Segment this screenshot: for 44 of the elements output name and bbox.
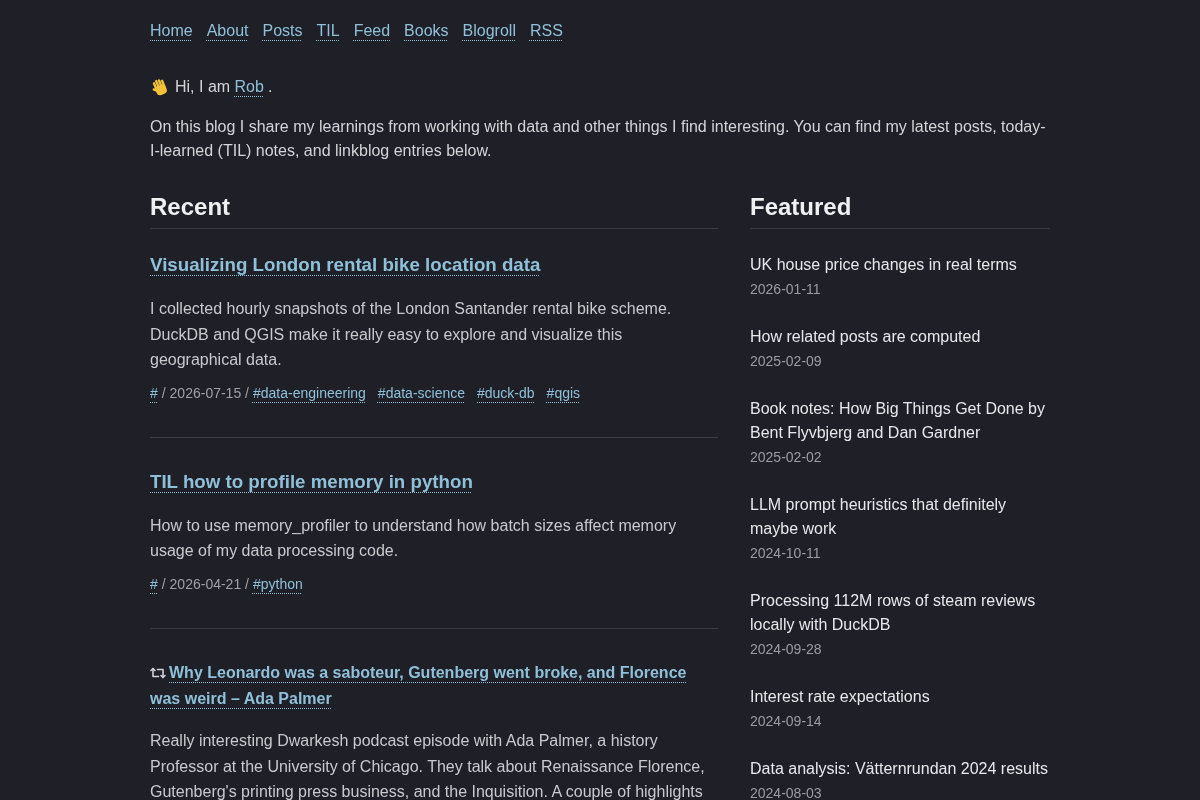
nav-link[interactable]: Feed bbox=[353, 19, 391, 43]
nav-link[interactable]: Home bbox=[150, 19, 193, 43]
featured-post-link[interactable]: Book notes: How Big Things Get Done by Bent Flyvbjerg and Dan Gardner bbox=[750, 397, 1050, 445]
post-date: 2024-09-14 bbox=[750, 712, 823, 731]
nav-link[interactable]: RSS bbox=[529, 19, 563, 43]
nav-link[interactable]: TIL bbox=[316, 19, 340, 43]
tag-link[interactable]: #python bbox=[252, 573, 303, 594]
nav-link[interactable]: Blogroll bbox=[462, 19, 516, 43]
greeting-text: Hi, I am Rob . bbox=[175, 77, 273, 97]
tag-link[interactable]: #duck-db bbox=[477, 382, 535, 403]
permalink[interactable]: # bbox=[150, 382, 158, 403]
tag-link[interactable]: #data-engineering bbox=[252, 382, 366, 403]
post-title-link[interactable]: Visualizing London rental bike location data bbox=[150, 252, 541, 278]
nav-link[interactable]: About bbox=[206, 19, 249, 43]
permalink[interactable]: # bbox=[150, 573, 158, 594]
post-date: 2024-10-11 bbox=[750, 544, 822, 563]
post-date: / 2026-07-15 / bbox=[161, 383, 249, 403]
post-title-link[interactable]: TIL how to profile memory in python bbox=[150, 468, 473, 495]
tag-link[interactable]: #qgis bbox=[546, 382, 581, 403]
featured-post-link[interactable]: Data analysis: Vätternrundan 2024 results bbox=[750, 757, 1050, 781]
post-title-link[interactable]: Why Leonardo was a saboteur, Gutenberg went broke, and Florence was weird – Ada Palmer bbox=[150, 659, 718, 712]
featured-post-link[interactable]: How related posts are computed bbox=[750, 325, 1050, 349]
nav-link[interactable]: Books bbox=[404, 19, 449, 43]
featured-post-link[interactable]: Processing 112M rows of steam reviews locally with DuckDB bbox=[750, 589, 1050, 637]
post-date: 2025-02-02 bbox=[750, 448, 823, 467]
featured-post-link[interactable]: LLM prompt heuristics that definitely maybe work bbox=[750, 493, 1050, 541]
nav-link[interactable]: Posts bbox=[262, 19, 303, 43]
repeat-icon bbox=[150, 665, 166, 680]
post-date: 2026-01-11 bbox=[750, 280, 822, 299]
featured-post-link[interactable]: UK house price changes in real terms bbox=[750, 253, 1050, 277]
section-heading: Recent bbox=[150, 192, 718, 229]
post-summary: Really interesting Dwarkesh podcast episode with Ada Palmer, a history Professor at the University of Chicago. They talk about Renaissance Florence, Gutenberg's printing press business, and the Inquisition. A couple of highlights bbox=[150, 730, 706, 800]
post-date: 2024-09-28 bbox=[750, 640, 823, 659]
post-date: 2025-02-09 bbox=[750, 352, 823, 371]
post-date: / 2026-04-21 / bbox=[161, 574, 249, 594]
tag-link[interactable]: #data-science bbox=[377, 382, 465, 403]
waving-hand-icon bbox=[150, 77, 169, 97]
section-heading: Featured bbox=[750, 192, 1050, 229]
name-link[interactable]: Rob bbox=[234, 78, 268, 95]
post-summary: How to use memory_profiler to understand how batch sizes affect memory usage of my data processing code. bbox=[150, 515, 678, 562]
post-date: 2024-08-03 bbox=[750, 784, 823, 800]
intro-text: On this blog I share my learnings from working with data and other things I find interesting. You can find my latest posts, today-I-learned (TIL) notes, and linkblog entries below. bbox=[150, 117, 1047, 161]
featured-post-link[interactable]: Interest rate expectations bbox=[750, 685, 1050, 709]
post-summary: I collected hourly snapshots of the London Santander rental bike scheme. DuckDB and QGIS make it really easy to explore and visualize this geographical data. bbox=[150, 299, 673, 371]
